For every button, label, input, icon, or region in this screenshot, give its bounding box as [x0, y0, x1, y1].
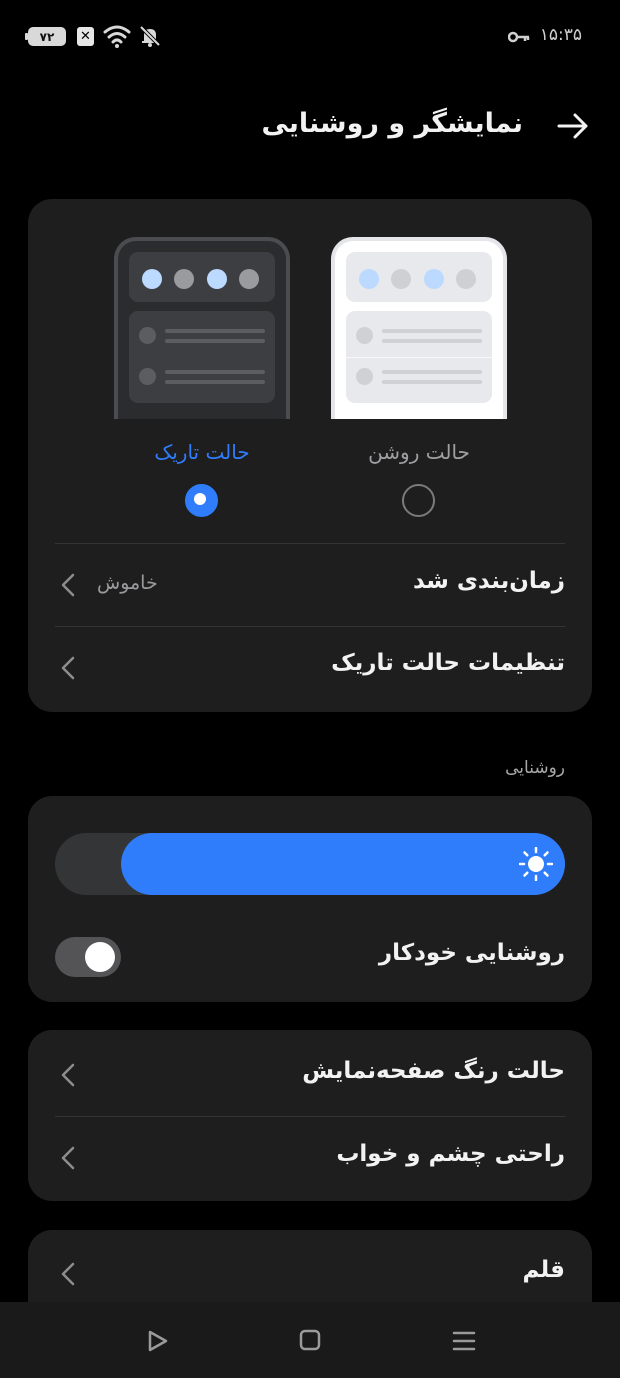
dark-mode-settings-label: تنظیمات حالت تاریک	[331, 650, 565, 676]
status-bar: ۷۲ ✕ ۱۵:۳۵	[0, 0, 620, 72]
chevron-left-icon	[61, 573, 75, 597]
dark-mode-preview[interactable]	[114, 237, 290, 419]
light-mode-label[interactable]: حالت روشن	[331, 440, 507, 464]
font-row[interactable]	[28, 1230, 592, 1302]
brightness-section-title: روشنایی	[505, 758, 565, 778]
brightness-slider[interactable]	[55, 833, 565, 895]
dark-mode-radio[interactable]	[185, 484, 218, 517]
chevron-left-icon	[61, 1262, 75, 1286]
square-icon[interactable]	[299, 1329, 321, 1351]
chevron-left-icon	[61, 1063, 75, 1087]
mute-notification-icon	[139, 25, 161, 47]
battery-icon: ۷۲	[25, 27, 66, 46]
schedule-label: زمان‌بندی شد	[412, 568, 565, 594]
chevron-left-icon	[61, 1146, 75, 1170]
wifi-icon	[103, 25, 131, 48]
schedule-value: خاموش	[97, 572, 158, 594]
play-icon[interactable]	[147, 1329, 169, 1353]
navigation-bar	[0, 1302, 620, 1378]
eye-comfort-label: راحتی چشم و خواب	[336, 1141, 565, 1167]
vpn-key-icon	[508, 31, 530, 43]
auto-brightness-toggle[interactable]	[55, 937, 121, 977]
battery-level: ۷۲	[39, 29, 55, 44]
brightness-slider-fill[interactable]	[121, 833, 565, 895]
font-label: قلم	[522, 1257, 566, 1283]
toggle-knob	[85, 942, 115, 972]
menu-icon[interactable]	[452, 1330, 476, 1352]
light-mode-preview[interactable]	[331, 237, 507, 419]
back-arrow-icon[interactable]	[556, 112, 590, 140]
dark-mode-label[interactable]: حالت تاریک	[114, 440, 290, 464]
sim-error-icon: ✕	[77, 27, 94, 46]
page-title: نمایشگر و روشنایی	[261, 108, 523, 139]
display-color-label: حالت رنگ صفحه‌نمایش	[302, 1058, 565, 1084]
light-mode-radio[interactable]	[402, 484, 435, 517]
chevron-left-icon	[61, 656, 75, 680]
auto-brightness-label: روشنایی خودکار	[378, 940, 565, 966]
sun-icon	[519, 847, 553, 881]
clock: ۱۵:۳۵	[539, 25, 582, 45]
